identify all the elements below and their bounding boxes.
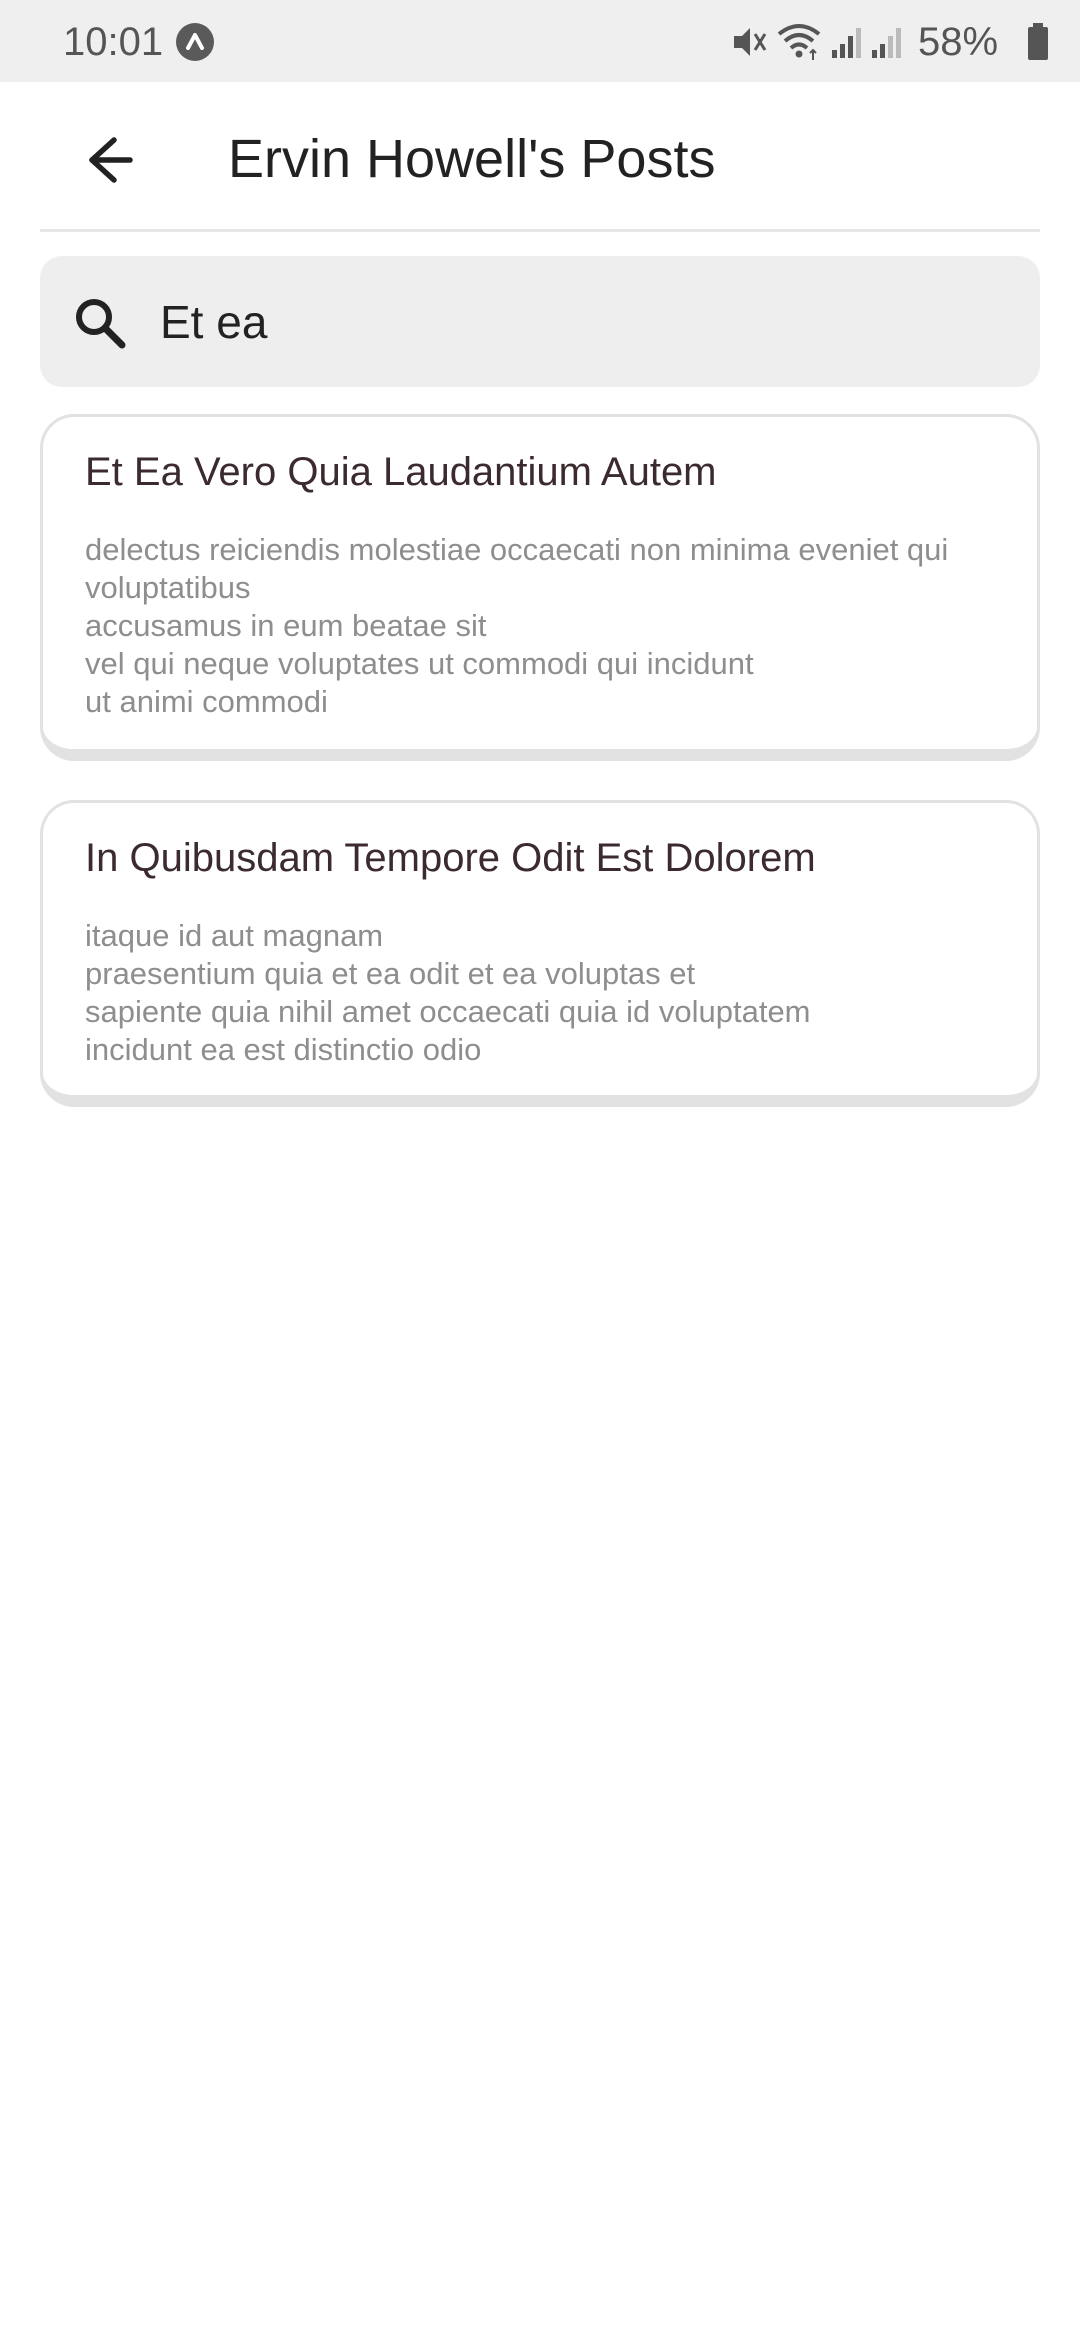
post-body-line: incidunt ea est distinctio odio [85, 1032, 482, 1067]
arrow-back-icon [89, 137, 133, 183]
app-bar-divider [40, 229, 1040, 232]
post-title: Et Ea Vero Quia Laudantium Autem [85, 450, 717, 494]
status-icons: 58% [680, 0, 1080, 82]
post-body-line: delectus reiciendis molestiae occaecati … [85, 532, 949, 605]
app-bar: Ervin Howell's Posts [0, 82, 1080, 230]
app-indicator-icon [176, 23, 214, 61]
back-button[interactable] [68, 124, 148, 196]
post-body-line: ut animi commodi [85, 684, 328, 719]
post-body-line: itaque id aut magnam [85, 918, 384, 953]
mute-icon [734, 28, 767, 56]
post-body: delectus reiciendis molestiae occaecati … [85, 531, 1020, 721]
post-body-line: accusamus in eum beatae sit [85, 608, 487, 643]
search-bar[interactable] [40, 256, 1040, 387]
status-time: 10:01 [63, 20, 164, 64]
wifi-icon [777, 24, 821, 60]
post-body-line: sapiente quia nihil amet occaecati quia … [85, 994, 811, 1029]
post-title: In Quibusdam Tempore Odit Est Dolorem [85, 836, 816, 880]
post-body-line: praesentium quia et ea odit et ea volupt… [85, 956, 696, 991]
status-bar: 10:01 58% [0, 0, 1080, 82]
search-input[interactable] [160, 284, 1000, 360]
search-icon [76, 299, 126, 349]
page-title: Ervin Howell's Posts [228, 129, 716, 189]
signal-icon [872, 28, 901, 58]
post-card[interactable]: In Quibusdam Tempore Odit Est Dolorem it… [40, 800, 1040, 1107]
post-card[interactable]: Et Ea Vero Quia Laudantium Autem delectu… [40, 414, 1040, 761]
post-body: itaque id aut magnam praesentium quia et… [85, 917, 1020, 1069]
post-body-line: vel qui neque voluptates ut commodi qui … [85, 646, 754, 681]
battery-icon [1028, 23, 1048, 60]
signal-icon [832, 28, 861, 58]
battery-percent: 58% [918, 20, 999, 64]
